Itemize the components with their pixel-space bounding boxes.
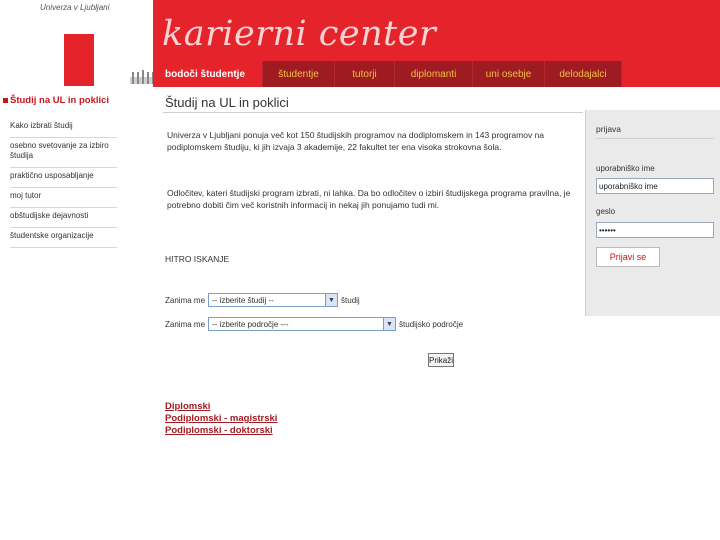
study-links: Diplomski Podiplomski - magistrski Podip… — [165, 401, 277, 437]
tab-students[interactable]: študentje — [263, 61, 335, 87]
login-title: prijava — [596, 124, 622, 134]
sidebar-item-personal-counseling[interactable]: osebno svetovanje za izbiro študija — [10, 138, 117, 168]
sidebar-item-extracurricular[interactable]: obštudijske dejavnosti — [10, 208, 117, 228]
sidebar-title-text: Študij na UL in poklici — [10, 95, 110, 106]
bullet-square-icon — [3, 97, 8, 103]
study-select-label: Zanima me — [165, 295, 206, 305]
show-button[interactable]: Prikaži — [428, 353, 454, 367]
site-title: karierni center — [162, 14, 437, 54]
field-select-value: -- izberite področje --- — [212, 319, 289, 329]
left-column: Univerza v Ljubljani Študij na UL in pok… — [0, 0, 158, 540]
quick-search-title: HITRO ISKANJE — [165, 254, 230, 264]
info-paragraph: Odločitev, kateri študijski program izbr… — [167, 188, 571, 210]
sidebar-item-my-tutor[interactable]: moj tutor — [10, 188, 117, 208]
password-label: geslo — [596, 207, 616, 216]
sidebar-menu: Kako izbrati študij osebno svetovanje za… — [10, 118, 117, 248]
study-select[interactable]: -- izberite študij -- ▼ — [208, 293, 339, 307]
main-navigation: bodoči študentje študentje tutorji diplo… — [153, 61, 622, 87]
link-undergraduate[interactable]: Diplomski — [165, 401, 277, 413]
login-button[interactable]: Prijavi se — [596, 247, 660, 267]
field-select-label: Zanima me — [165, 319, 206, 329]
sidebar-item-student-organizations[interactable]: študentske organizacije — [10, 228, 117, 248]
username-input[interactable]: uporabniško ime — [596, 178, 714, 194]
field-select[interactable]: -- izberite področje --- ▼ — [208, 317, 397, 331]
tab-tutors[interactable]: tutorji — [335, 61, 395, 87]
tab-prospective-students[interactable]: bodoči študentje — [153, 61, 263, 87]
sidebar-title: Študij na UL in poklici — [3, 95, 109, 106]
intro-paragraph: Univerza v Ljubljani ponuja več kot 150 … — [167, 130, 545, 152]
link-masters[interactable]: Podiplomski - magistrski — [165, 413, 277, 425]
sidebar-item-choose-study[interactable]: Kako izbrati študij — [10, 118, 117, 138]
field-select-row: Zanima me -- izberite področje --- ▼ štu… — [165, 317, 463, 331]
field-select-suffix: študijsko področje — [399, 319, 464, 329]
link-doctoral[interactable]: Podiplomski - doktorski — [165, 425, 277, 437]
study-select-value: -- izberite študij -- — [212, 295, 274, 305]
chevron-down-icon[interactable]: ▼ — [325, 294, 338, 306]
login-divider — [596, 138, 714, 139]
page-title: Študij na UL in poklici — [165, 95, 289, 110]
tab-employers[interactable]: delodajalci — [545, 61, 622, 87]
chevron-down-icon[interactable]: ▼ — [383, 318, 396, 330]
sidebar-item-practical-training[interactable]: praktično usposabljanje — [10, 168, 117, 188]
university-logo — [64, 34, 158, 86]
site-header: karierni center bodoči študentje študent… — [153, 0, 720, 87]
tab-uni-staff[interactable]: uni osebje — [473, 61, 545, 87]
username-label: uporabniško ime — [596, 164, 655, 173]
title-divider — [163, 112, 583, 113]
study-select-suffix: študij — [341, 295, 360, 305]
password-input[interactable]: •••••• — [596, 222, 714, 238]
tab-graduates[interactable]: diplomanti — [395, 61, 473, 87]
university-name: Univerza v Ljubljani — [40, 3, 110, 12]
login-panel: prijava uporabniško ime uporabniško ime … — [585, 110, 720, 316]
study-select-row: Zanima me -- izberite študij -- ▼ študij — [165, 293, 360, 307]
